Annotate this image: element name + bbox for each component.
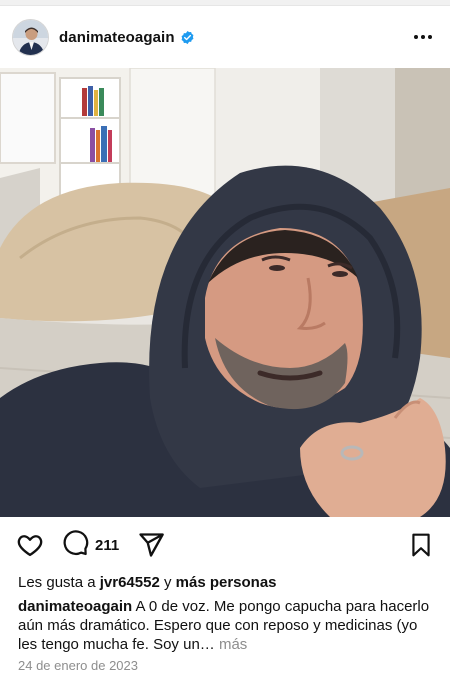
save-bookmark-icon[interactable]: [408, 531, 434, 559]
verified-badge-icon: [180, 30, 195, 45]
more-options-icon[interactable]: [408, 22, 438, 52]
post-username[interactable]: danimateoagain: [59, 29, 175, 46]
likes-others-link[interactable]: más personas: [176, 574, 277, 591]
post-date: 24 de enero de 2023: [18, 658, 138, 673]
comment-bubble-icon: [62, 529, 89, 561]
avatar[interactable]: [12, 18, 49, 56]
comment-count: 211: [95, 536, 120, 554]
post-caption: danimateoagain A 0 de voz. Me pongo capu…: [18, 597, 438, 654]
caption-username[interactable]: danimateoagain: [18, 598, 132, 615]
likes-connector: y: [163, 574, 172, 591]
caption-more-link[interactable]: más: [219, 636, 247, 653]
share-paper-plane-icon[interactable]: [137, 531, 165, 559]
post-header: danimateoagain: [0, 6, 450, 68]
likes-prefix: Les gusta a: [18, 574, 96, 591]
comment-button[interactable]: 211: [62, 529, 119, 561]
likes-summary: Les gusta a jvr64552 y más personas: [18, 574, 277, 591]
post-photo[interactable]: [0, 68, 450, 517]
post-actions: 211: [0, 517, 450, 573]
like-heart-icon[interactable]: [16, 531, 44, 559]
likes-user-link[interactable]: jvr64552: [100, 574, 160, 591]
